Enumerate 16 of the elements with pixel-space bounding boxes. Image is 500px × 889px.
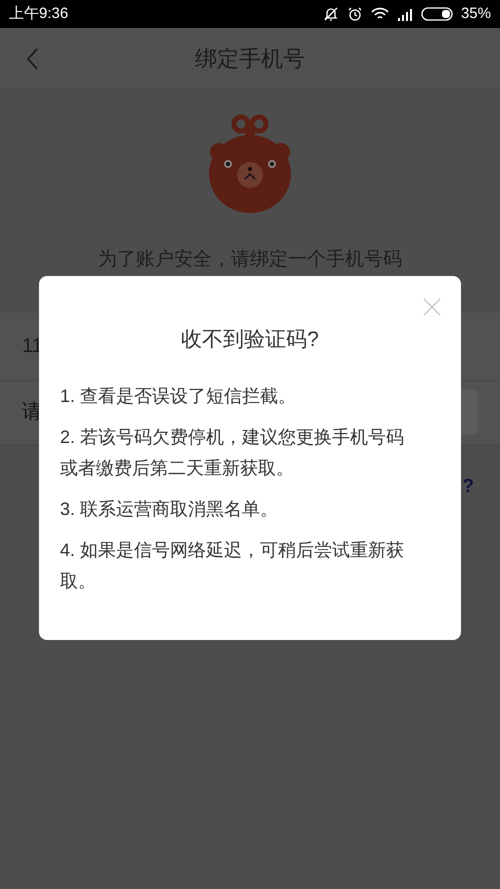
wifi-icon: [370, 7, 389, 21]
tip-text: 3. 联系运营商取消黑名单。: [60, 498, 280, 520]
dialog-title: 收不到验证码?: [181, 327, 319, 353]
tip-text: 2. 若该号码欠费停机，建议您更换手机号码或者缴费后第二天重新获取。: [60, 426, 406, 480]
battery-icon: [420, 7, 453, 21]
code-field[interactable]: 请: [22, 397, 42, 427]
help-link[interactable]: ?: [462, 472, 474, 501]
tip-text: 4. 如果是信号网络延迟，可稍后尝试重新获取。: [60, 538, 406, 592]
battery-percent: 35%: [460, 4, 491, 24]
signal-icon: [396, 8, 413, 20]
bear-logo-icon: [209, 114, 291, 214]
close-button[interactable]: [423, 298, 441, 316]
muted-bell-icon: [322, 6, 339, 22]
status-time: 上午9:36: [9, 4, 68, 24]
alarm-icon: [346, 6, 363, 22]
tip-text: 1. 查看是否误设了短信拦截。: [60, 384, 298, 408]
